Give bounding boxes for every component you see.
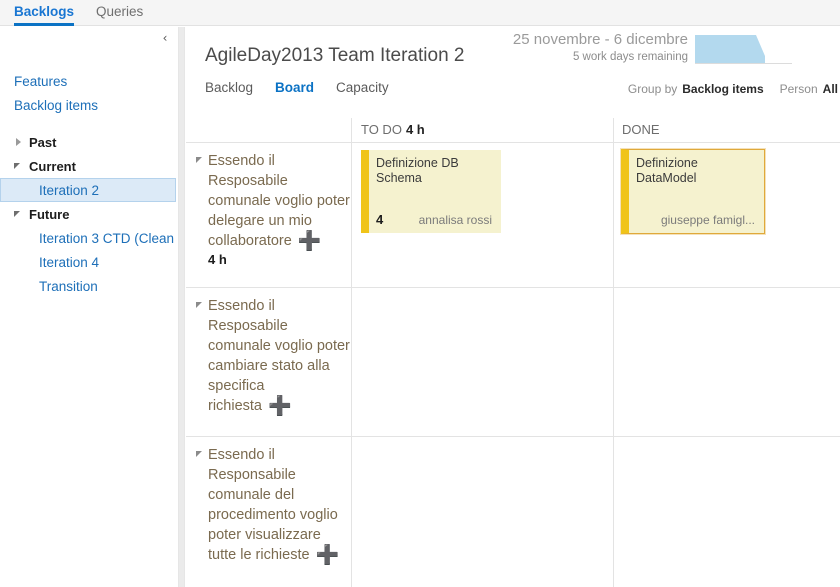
tree-group-current-label: Current: [29, 158, 76, 174]
tab-backlogs-label: Backlogs: [14, 4, 75, 19]
sidebar: ‹ Features Backlog items Past Current It…: [0, 27, 178, 587]
table-row: Essendo il Resposabile comunale voglio p…: [186, 288, 840, 437]
task-card-owner: giuseppe famigl...: [660, 213, 755, 227]
top-navigation-bar: Backlogs Queries: [0, 0, 840, 26]
group-by-value[interactable]: Backlog items: [682, 82, 763, 96]
backlog-item-1[interactable]: Essendo il Resposabile comunale voglio p…: [196, 151, 351, 267]
task-card-owner: annalisa rossi: [418, 213, 492, 227]
iteration-date-info: 25 novembre - 6 dicembre 5 work days rem…: [513, 31, 688, 63]
tree-group-future-label: Future: [29, 206, 70, 222]
tree-group-current[interactable]: Current: [0, 154, 178, 178]
add-task-icon[interactable]: ➕: [316, 544, 340, 566]
task-card-title: Definizione DataModel: [636, 156, 698, 185]
tab-queries-label: Queries: [96, 4, 144, 19]
sidebar-item-backlog-items[interactable]: Backlog items: [14, 98, 98, 113]
sidebar-item-transition[interactable]: Transition: [0, 274, 178, 298]
sidebar-item-features[interactable]: Features: [14, 74, 67, 89]
backlog-item-3[interactable]: Essendo il Responsabile comunale del pro…: [196, 445, 351, 566]
tab-capacity[interactable]: Capacity: [336, 80, 389, 95]
person-label: Person: [779, 82, 818, 96]
sidebar-item-iteration-3-label: Iteration 3 CTD (Clean ...: [39, 230, 178, 246]
top-tab-list: Backlogs Queries: [14, 0, 165, 26]
burndown-sparkline-chart[interactable]: [695, 32, 792, 70]
view-tab-list: Backlog Board Capacity: [205, 80, 411, 95]
iteration-date-range: 25 novembre - 6 dicembre: [512, 31, 688, 48]
column-header-todo-label: TO DO: [361, 122, 402, 137]
tab-queries[interactable]: Queries: [96, 0, 153, 23]
tab-backlog[interactable]: Backlog: [205, 80, 253, 95]
page-title: AgileDay2013 Team Iteration 2: [205, 45, 465, 66]
add-task-icon[interactable]: ➕: [268, 395, 292, 417]
chevron-right-icon[interactable]: [14, 137, 24, 147]
iteration-tree: Past Current Iteration 2 Future Iteratio…: [0, 130, 178, 298]
sidebar-item-iteration-2[interactable]: Iteration 2: [0, 178, 176, 202]
tab-backlogs[interactable]: Backlogs: [14, 0, 84, 26]
task-card-title: Definizione DB Schema: [376, 156, 459, 185]
tab-board[interactable]: Board: [275, 80, 314, 95]
board-filters: Group by Backlog items Person All: [628, 82, 838, 96]
column-header-todo-hours: 4 h: [405, 122, 425, 137]
task-board: TO DO 4 h DONE Essendo il Resposabile com…: [186, 118, 840, 587]
backlog-item-2-body: Essendo il Resposabile comunale voglio p…: [208, 296, 351, 417]
board-column-headers: TO DO 4 h DONE: [186, 118, 840, 143]
tree-group-future[interactable]: Future: [0, 202, 178, 226]
group-by-label: Group by: [627, 82, 678, 96]
person-value[interactable]: All: [823, 82, 838, 96]
sidebar-resize-handle[interactable]: [178, 27, 185, 587]
table-row: Essendo il Resposabile comunale voglio p…: [186, 143, 840, 288]
column-header-done: DONE: [622, 122, 660, 137]
chevron-down-icon[interactable]: [14, 209, 24, 219]
sidebar-item-iteration-4-label: Iteration 4: [39, 254, 100, 270]
backlog-item-1-body: Essendo il Resposabile comunale voglio p…: [208, 151, 351, 267]
collapse-sidebar-icon[interactable]: ‹: [158, 31, 172, 45]
task-card-footer: 4 annalisa rossi: [376, 212, 492, 227]
sidebar-item-iteration-3[interactable]: Iteration 3 CTD (Clean ...: [0, 226, 178, 250]
table-row: Essendo il Responsabile comunale del pro…: [186, 437, 840, 587]
sidebar-item-transition-label: Transition: [39, 278, 98, 294]
task-card[interactable]: Definizione DataModel giuseppe famigl...: [621, 149, 765, 234]
iteration-days-remaining: 5 work days remaining: [572, 51, 688, 63]
tree-group-past[interactable]: Past: [0, 130, 178, 154]
tree-group-past-label: Past: [29, 134, 57, 150]
add-task-icon[interactable]: ➕: [298, 230, 322, 252]
sidebar-item-iteration-4[interactable]: Iteration 4: [0, 250, 178, 274]
sidebar-item-iteration-2-label: Iteration 2: [39, 182, 100, 198]
backlog-item-3-body: Essendo il Responsabile comunale del pro…: [208, 445, 351, 566]
chevron-down-icon[interactable]: [14, 161, 24, 171]
task-card[interactable]: Definizione DB Schema 4 annalisa rossi: [361, 150, 501, 233]
backlog-item-2[interactable]: Essendo il Resposabile comunale voglio p…: [196, 296, 351, 417]
tab-active-underline: [14, 23, 75, 26]
column-header-done-label: DONE: [622, 122, 660, 137]
task-card-points: 4: [376, 212, 384, 227]
main-content: AgileDay2013 Team Iteration 2 25 novembr…: [186, 27, 840, 587]
column-header-todo: TO DO 4 h: [361, 122, 425, 137]
task-card-footer: giuseppe famigl...: [636, 213, 755, 227]
backlog-item-1-effort: 4 h: [208, 252, 227, 267]
backlog-item-1-title: Essendo il Resposabile comunale voglio p…: [208, 153, 350, 249]
